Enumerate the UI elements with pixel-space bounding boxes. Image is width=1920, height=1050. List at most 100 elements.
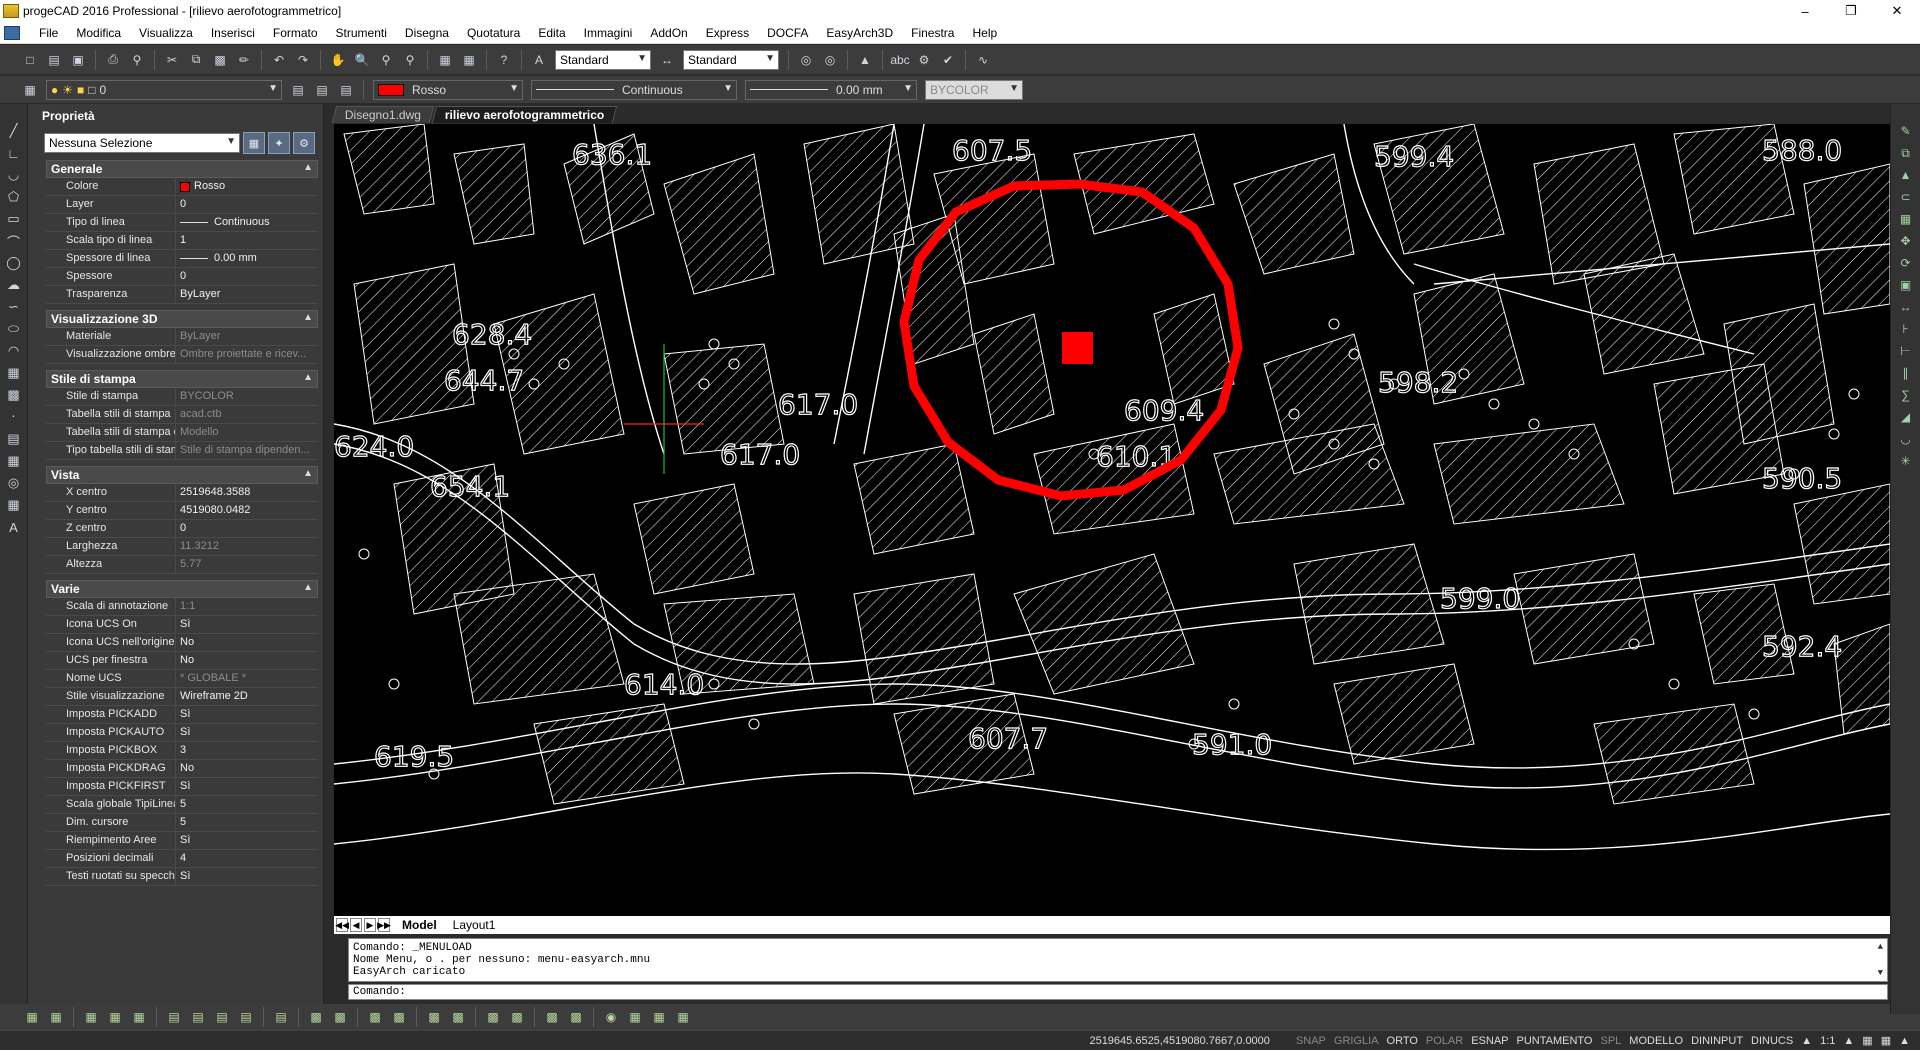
make-block-icon[interactable]: ▩	[5, 385, 23, 405]
prop-row-height[interactable]: Altezza 5.77	[46, 556, 318, 574]
layer-select[interactable]: ● ☀ ■ □ 0 ▼	[46, 79, 282, 100]
spline-icon[interactable]: ∽	[5, 297, 23, 317]
tool-icon[interactable]: ▩	[566, 1007, 586, 1027]
quick-select-icon[interactable]: ⚙	[293, 132, 315, 154]
prop-value[interactable]: Sì	[176, 778, 318, 795]
prop-row-lineweight[interactable]: Spessore di linea 0.00 mm	[46, 250, 318, 268]
polyline-icon[interactable]: ∟	[5, 143, 23, 163]
prop-value[interactable]: BYCOLOR	[176, 388, 318, 405]
prop-row-plottable-type[interactable]: Tipo tabella stili di stampaStile di sta…	[46, 442, 318, 460]
tool-icon[interactable]: ▤	[188, 1007, 208, 1027]
trim-icon[interactable]: ⊦	[1897, 319, 1915, 339]
explode-icon[interactable]: ✳	[1897, 451, 1915, 471]
color-select[interactable]: Rosso ▼	[373, 79, 523, 100]
tool-icon[interactable]: ▦	[673, 1007, 693, 1027]
dim-style-icon[interactable]: ↔	[657, 50, 677, 70]
linetype-select[interactable]: Continuous ▼	[531, 79, 737, 100]
tool-icon[interactable]: ▤	[164, 1007, 184, 1027]
prop-value[interactable]: 0	[176, 520, 318, 537]
prop-value[interactable]: 0.00 mm	[176, 250, 318, 267]
prop-value[interactable]: ByLayer	[176, 286, 318, 303]
status-toggle-orto[interactable]: ORTO	[1383, 1035, 1422, 1047]
prop-value[interactable]: 5	[176, 814, 318, 831]
copy-icon[interactable]: ⧉	[186, 50, 206, 70]
prop-row-ycenter[interactable]: Y centro 4519080.0482	[46, 502, 318, 520]
menu-file[interactable]: File	[30, 26, 67, 40]
arc-icon[interactable]: ◡	[5, 165, 23, 185]
tool-icon[interactable]: ▩	[330, 1007, 350, 1027]
prop-value[interactable]: 5.77	[176, 556, 318, 573]
prop-value[interactable]: 1	[176, 232, 318, 249]
collapse-icon[interactable]: ▲	[303, 582, 313, 593]
save-icon[interactable]: ▣	[68, 50, 88, 70]
prop-row-colore[interactable]: Colore Rosso	[46, 178, 318, 196]
prop-value[interactable]: 5	[176, 796, 318, 813]
collapse-icon[interactable]: ▲	[303, 372, 313, 383]
circle-icon[interactable]: ◯	[5, 253, 23, 273]
chamfer-icon[interactable]: ◢	[1897, 407, 1915, 427]
tool-icon[interactable]: ▩	[507, 1007, 527, 1027]
section-header[interactable]: Generale ▲	[46, 160, 318, 178]
tool-icon[interactable]: ▩	[542, 1007, 562, 1027]
stretch-icon[interactable]: ↔	[1897, 297, 1915, 317]
scale-icon[interactable]: ▣	[1897, 275, 1915, 295]
prop-value[interactable]: Sì	[176, 724, 318, 741]
prop-row-ltscale-global[interactable]: Scala globale TipiLinea 5	[46, 796, 318, 814]
prop-value[interactable]: 0	[176, 268, 318, 285]
copy-object-icon[interactable]: ⧉	[1897, 143, 1915, 163]
status-toggle-esnap[interactable]: ESNAP	[1467, 1035, 1512, 1047]
prop-row-layer[interactable]: Layer 0	[46, 196, 318, 214]
menu-express[interactable]: Express	[697, 26, 758, 40]
paste-icon[interactable]: ▩	[210, 50, 230, 70]
prop-value[interactable]: No	[176, 760, 318, 777]
help-icon[interactable]: ?	[494, 50, 514, 70]
prop-row-mirrtext[interactable]: Testi ruotati su specchio Sì	[46, 868, 318, 886]
rotate-icon[interactable]: ⟳	[1897, 253, 1915, 273]
cloud-icon[interactable]: ☁	[5, 275, 23, 295]
redo-icon[interactable]: ↷	[293, 50, 313, 70]
prop-row-transparency[interactable]: Trasparenza ByLayer	[46, 286, 318, 304]
last-tab-icon[interactable]: ▶▶	[377, 918, 391, 932]
prop-row-ucsvp[interactable]: UCS per finestra No	[46, 652, 318, 670]
menu-easyarch3d[interactable]: EasyArch3D	[817, 26, 902, 40]
prop-value[interactable]: Sì	[176, 616, 318, 633]
tool-icon[interactable]: ▩	[365, 1007, 385, 1027]
prop-value[interactable]: Modello	[176, 424, 318, 441]
minimize-icon[interactable]: –	[1782, 0, 1828, 22]
arc-3p-icon[interactable]: ⌒	[5, 231, 23, 251]
prop-value[interactable]: Sì	[176, 706, 318, 723]
tool-icon[interactable]: ▦	[129, 1007, 149, 1027]
prop-row-pickdrag[interactable]: Imposta PICKDRAG No	[46, 760, 318, 778]
layer-previous-icon[interactable]: ▤	[312, 80, 332, 100]
status-toggle-griglia[interactable]: GRIGLIA	[1330, 1035, 1383, 1047]
menu-docfa[interactable]: DOCFA	[758, 26, 817, 40]
next-tab-icon[interactable]: ▶	[364, 918, 376, 932]
print-icon[interactable]: ⎙	[103, 50, 123, 70]
menu-disegna[interactable]: Disegna	[396, 26, 458, 40]
break-icon[interactable]: ∥	[1897, 363, 1915, 383]
tool-icon[interactable]: ◉	[601, 1007, 621, 1027]
prop-value[interactable]: Stile di stampa dipenden...	[176, 442, 318, 459]
prop-value[interactable]: ByLayer	[176, 328, 318, 345]
status-toggle-spl[interactable]: SPL	[1597, 1035, 1626, 1047]
tool-icon[interactable]: ▩	[483, 1007, 503, 1027]
prop-row-visualstyle[interactable]: Stile visualizzazione Wireframe 2D	[46, 688, 318, 706]
menu-help[interactable]: Help	[963, 26, 1006, 40]
ellipse-arc-icon[interactable]: ◠	[5, 341, 23, 361]
document-icon[interactable]	[4, 25, 20, 40]
drawing-canvas[interactable]: 636.1 607.5 599.4 588.0 628.4 644.7 598.…	[334, 124, 1890, 916]
prop-row-plottable-attached[interactable]: Tabella stili di stampa c...Modello	[46, 424, 318, 442]
status-icon[interactable]: ▦	[1877, 1034, 1895, 1047]
prop-value[interactable]: * GLOBALE *	[176, 670, 318, 687]
grid-settings-icon[interactable]: ◎	[820, 50, 840, 70]
join-icon[interactable]: ∑	[1897, 385, 1915, 405]
status-toggle-modello[interactable]: MODELLO	[1625, 1035, 1687, 1047]
prop-row-pickauto[interactable]: Imposta PICKAUTO Sì	[46, 724, 318, 742]
lineweight-select[interactable]: 0.00 mm ▼	[745, 79, 917, 100]
line-icon[interactable]: ╱	[5, 121, 23, 141]
menu-formato[interactable]: Formato	[264, 26, 327, 40]
prop-row-cursorsize[interactable]: Dim. cursore 5	[46, 814, 318, 832]
status-icon[interactable]: ▦	[1858, 1034, 1876, 1047]
collapse-icon[interactable]: ▲	[303, 312, 313, 323]
open-folder-icon[interactable]: ▤	[44, 50, 64, 70]
